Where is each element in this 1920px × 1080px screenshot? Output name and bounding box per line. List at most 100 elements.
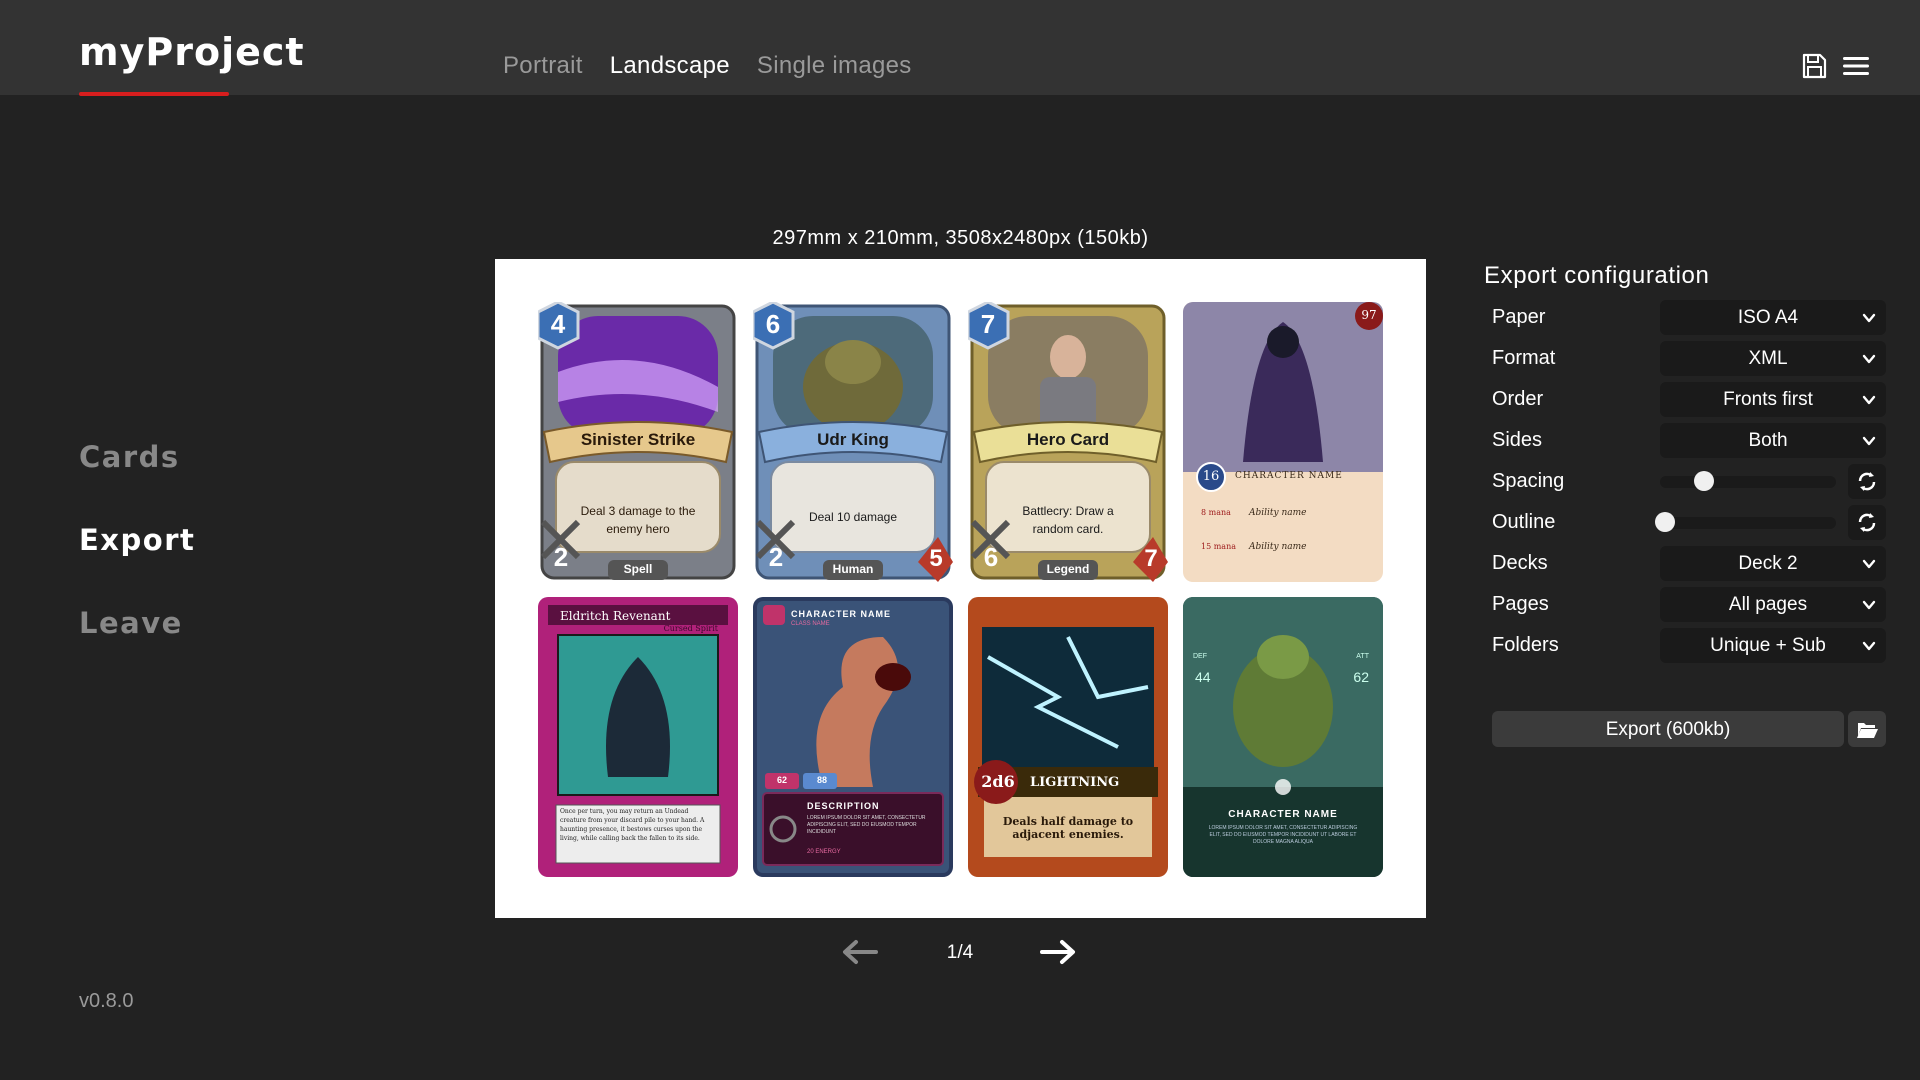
paper-select[interactable]: ISO A4 xyxy=(1660,300,1886,335)
app-title: myProject xyxy=(79,30,305,74)
card-section-title: DESCRIPTION xyxy=(807,801,880,811)
card-lightning: 2d6 LIGHTNING Deals half damage to adjac… xyxy=(968,597,1168,877)
sides-select[interactable]: Both xyxy=(1660,423,1886,458)
card-text: Battlecry: Draw a random card. xyxy=(1022,504,1114,536)
card-type: Legend xyxy=(1046,562,1090,576)
card-text: Once per turn, you may return an Undead … xyxy=(560,808,705,842)
nav-leave[interactable]: Leave xyxy=(79,606,195,689)
config-label: Pages xyxy=(1492,593,1549,615)
preview-caption: 297mm x 210mm, 3508x2480px (150kb) xyxy=(772,227,1149,249)
select-value: Unique + Sub xyxy=(1710,635,1826,656)
decks-select[interactable]: Deck 2 xyxy=(1660,546,1886,581)
card-attack: 2 xyxy=(768,542,784,572)
top-bar: myProject Portrait Landscape Single imag… xyxy=(0,0,1920,96)
reset-icon[interactable] xyxy=(1848,505,1886,540)
config-title: Export configuration xyxy=(1484,262,1710,289)
card-text: Deal 10 damage xyxy=(808,510,898,524)
chevron-down-icon xyxy=(1862,352,1876,366)
slider-thumb[interactable] xyxy=(1694,471,1714,491)
config-label: Sides xyxy=(1492,429,1543,451)
ability-cost-2: 15 mana xyxy=(1201,542,1236,551)
tab-portrait[interactable]: Portrait xyxy=(503,52,583,80)
card-cost: 4 xyxy=(550,309,566,339)
title-underline xyxy=(79,92,229,96)
config-row-outline: Outline xyxy=(1484,505,1886,540)
card-title: Hero Card xyxy=(1026,430,1110,449)
card-type: Spell xyxy=(623,562,653,576)
card-cost: 20 ENERGY xyxy=(807,849,841,855)
reset-icon[interactable] xyxy=(1848,464,1886,499)
card-attack: 6 xyxy=(983,542,999,572)
format-select[interactable]: XML xyxy=(1660,341,1886,376)
card-health: 5 xyxy=(929,545,943,572)
card-text: Deals half damage to adjacent enemies. xyxy=(1002,815,1134,841)
card-att: 62 xyxy=(1353,669,1369,685)
card-cost: 7 xyxy=(980,309,996,339)
card-title: CHARACTER NAME xyxy=(1235,471,1343,481)
nav-export[interactable]: Export xyxy=(79,523,195,606)
card-cost: 6 xyxy=(765,309,781,339)
pages-select[interactable]: All pages xyxy=(1660,587,1886,622)
card-subtitle: CLASS NAME xyxy=(791,621,830,627)
card-mp: 88 xyxy=(817,775,828,785)
outline-slider[interactable] xyxy=(1655,512,1836,532)
card-character-parchment-art xyxy=(1183,302,1383,582)
card-text: Deal 3 damage to the enemy hero xyxy=(580,504,696,536)
config-row-folders: Folders Unique + Sub xyxy=(1484,628,1886,663)
top-actions xyxy=(1800,52,1870,80)
card-title: LIGHTNING xyxy=(1030,775,1120,790)
card-character-parchment: 97 16 CHARACTER NAME 8 mana Ability name… xyxy=(1183,302,1383,582)
select-value: Fronts first xyxy=(1723,389,1813,410)
card-attack: 2 xyxy=(553,542,569,572)
tab-single-images[interactable]: Single images xyxy=(757,52,912,80)
card-title: CHARACTER NAME xyxy=(791,609,891,619)
card-health: 7 xyxy=(1144,545,1158,572)
ability-name-2: Ability name xyxy=(1249,542,1307,552)
select-value: Deck 2 xyxy=(1738,553,1798,574)
config-label: Decks xyxy=(1492,552,1548,574)
card-title: Udr King xyxy=(817,430,889,449)
card-corner-value: 97 xyxy=(1361,308,1377,322)
card-def: 44 xyxy=(1195,669,1211,685)
config-row-format: Format XML xyxy=(1484,341,1886,376)
nav-cards[interactable]: Cards xyxy=(79,440,195,523)
select-value: All pages xyxy=(1728,594,1808,615)
chevron-down-icon xyxy=(1862,311,1876,325)
card-dice: 2d6 xyxy=(981,772,1015,791)
chevron-down-icon xyxy=(1862,598,1876,612)
card-eldritch-revenant: Eldritch Revenant Cursed Spirit Once per… xyxy=(538,597,738,877)
arrow-right-icon[interactable] xyxy=(1038,938,1078,966)
tab-bar: Portrait Landscape Single images xyxy=(503,52,912,80)
ability-cost-1: 8 mana xyxy=(1201,508,1231,517)
card-title: Sinister Strike xyxy=(580,430,696,449)
pager: 1/4 xyxy=(840,938,1082,968)
spacing-slider[interactable] xyxy=(1660,471,1836,491)
select-value: XML xyxy=(1748,348,1788,369)
version-label: v0.8.0 xyxy=(79,990,134,1012)
chevron-down-icon xyxy=(1862,639,1876,653)
config-label: Format xyxy=(1492,347,1556,369)
save-icon[interactable] xyxy=(1800,52,1828,80)
tab-landscape[interactable]: Landscape xyxy=(610,52,730,80)
config-label: Folders xyxy=(1492,634,1559,656)
slider-thumb[interactable] xyxy=(1655,512,1676,532)
config-label: Outline xyxy=(1492,511,1556,533)
config-row-spacing: Spacing xyxy=(1484,464,1886,499)
order-select[interactable]: Fronts first xyxy=(1660,382,1886,417)
card-udr-king: 6 Udr King Deal 10 damage 2 Human 5 xyxy=(753,302,953,582)
select-value: ISO A4 xyxy=(1737,307,1799,328)
card-cost: 16 xyxy=(1202,469,1220,484)
export-button[interactable]: Export (600kb) xyxy=(1492,711,1844,747)
card-def-label: DEF xyxy=(1193,653,1207,660)
card-type: Human xyxy=(832,562,874,576)
folders-select[interactable]: Unique + Sub xyxy=(1660,628,1886,663)
config-row-pages: Pages All pages xyxy=(1484,587,1886,622)
card-att-label: ATT xyxy=(1356,653,1369,660)
arrow-left-icon[interactable] xyxy=(840,938,880,966)
menu-icon[interactable] xyxy=(1842,52,1870,80)
config-row-sides: Sides Both xyxy=(1484,423,1886,458)
select-value: Both xyxy=(1748,430,1788,451)
chevron-down-icon xyxy=(1862,434,1876,448)
ability-name-1: Ability name xyxy=(1249,508,1307,518)
folder-open-icon[interactable] xyxy=(1848,711,1886,747)
